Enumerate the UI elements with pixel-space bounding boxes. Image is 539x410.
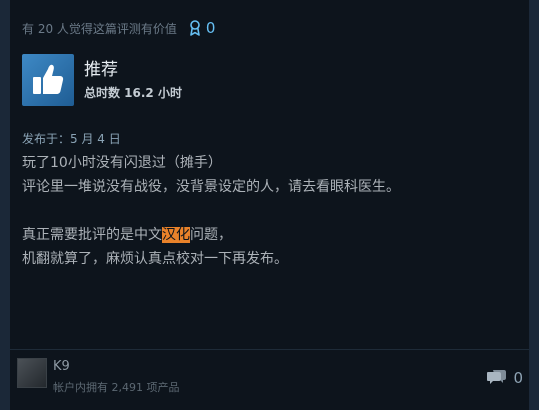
search-highlight: 汉化 — [162, 227, 190, 243]
posted-date: 发布于：5 月 4 日 — [22, 132, 121, 146]
review-line-segment: 真正需要批评的是中文 — [22, 227, 162, 243]
review-line — [22, 199, 517, 223]
award-count: 0 — [205, 19, 216, 37]
playtime: 总时数 16.2 小时 — [84, 86, 182, 100]
helpful-count-text: 有 20 人觉得这篇评测有价值 — [22, 21, 177, 36]
review-line: 评论里一堆说没有战役，没背景设定的人，请去看眼科医生。 — [22, 179, 400, 195]
review-line-segment: 问题， — [190, 227, 232, 243]
review-line: 玩了10小时没有闪退过（摊手） — [22, 155, 222, 171]
review-body: 玩了10小时没有闪退过（摊手） 评论里一堆说没有战役，没背景设定的人，请去看眼科… — [22, 151, 517, 271]
award-button[interactable]: 0 — [189, 19, 216, 37]
review-card: 有 20 人觉得这篇评测有价值 0 推荐 总时数 16.2 小时 发布于：5 月… — [10, 0, 529, 410]
review-line: 机翻就算了，麻烦认真点校对一下再发布。 — [22, 251, 288, 267]
comment-bubbles-icon — [487, 367, 507, 389]
author-name[interactable]: K9 — [53, 359, 70, 374]
review-footer: K9 帐户内拥有 2,491 项产品 0 — [10, 349, 529, 410]
thumbs-up-icon[interactable] — [22, 54, 74, 106]
award-ribbon-icon — [189, 20, 201, 36]
verdict-title[interactable]: 推荐 — [84, 60, 182, 80]
helpful-bar: 有 20 人觉得这篇评测有价值 0 — [22, 18, 215, 38]
review-line: 真正需要批评的是中文汉化问题， — [22, 223, 517, 247]
comment-count: 0 — [513, 369, 523, 387]
author-product-count: 帐户内拥有 2,491 项产品 — [53, 381, 180, 394]
comments-button[interactable]: 0 — [487, 367, 523, 389]
avatar[interactable] — [17, 358, 47, 388]
review-verdict: 推荐 总时数 16.2 小时 — [22, 54, 182, 106]
